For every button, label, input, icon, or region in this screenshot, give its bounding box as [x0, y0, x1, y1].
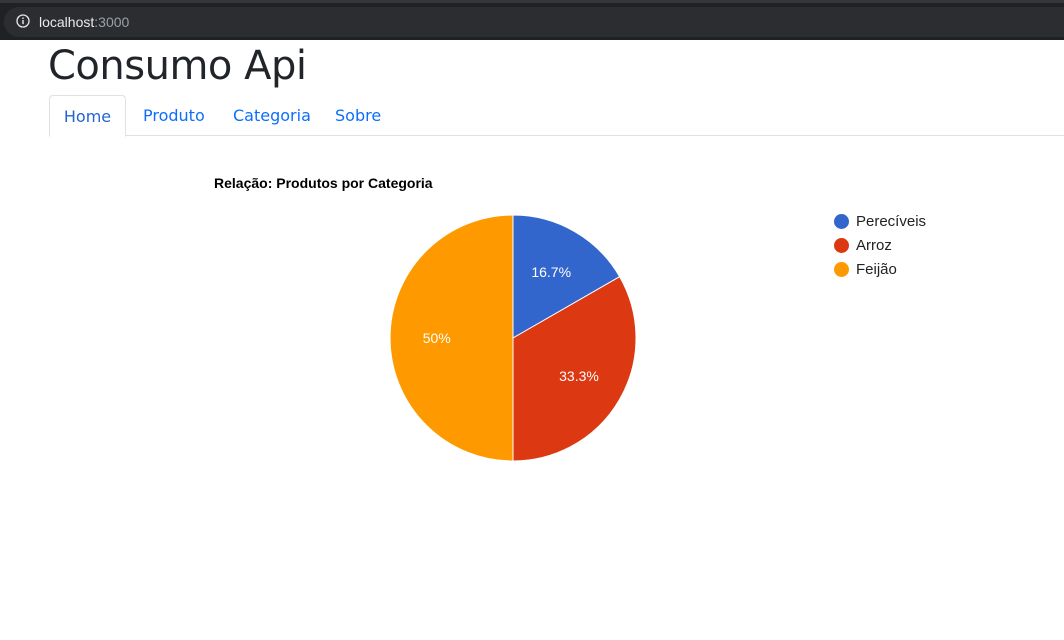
slice-percent-label: 50%	[423, 330, 451, 346]
url-text[interactable]: localhost:3000	[39, 14, 129, 30]
nav-tabs: Home Produto Categoria Sobre	[49, 95, 1064, 137]
legend-label: Arroz	[856, 237, 892, 254]
info-icon[interactable]	[16, 14, 30, 28]
url-port: :3000	[94, 14, 130, 30]
legend-label: Perecíveis	[856, 213, 927, 230]
tab-produto[interactable]: Produto	[143, 95, 205, 136]
legend-swatch	[834, 238, 849, 253]
tab-home[interactable]: Home	[49, 95, 126, 137]
slice-percent-label: 16.7%	[531, 264, 571, 280]
browser-toolbar: localhost:3000	[0, 0, 1064, 40]
tab-sobre[interactable]: Sobre	[335, 95, 381, 136]
legend-label: Feijão	[856, 261, 897, 278]
pie-chart-svg: 16.7% 33.3% 50%	[389, 214, 637, 462]
legend-swatch	[834, 262, 849, 277]
pie-chart: Relação: Produtos por Categoria 16.7% 33.…	[200, 160, 960, 480]
page-title: Consumo Api	[48, 43, 307, 89]
address-bar[interactable]: localhost:3000	[4, 7, 1064, 37]
pie-slice-feijao[interactable]	[389, 214, 514, 462]
slice-percent-label: 33.3%	[559, 368, 599, 384]
legend-swatch	[834, 214, 849, 229]
url-host: localhost	[39, 14, 95, 30]
tab-categoria[interactable]: Categoria	[233, 95, 311, 136]
